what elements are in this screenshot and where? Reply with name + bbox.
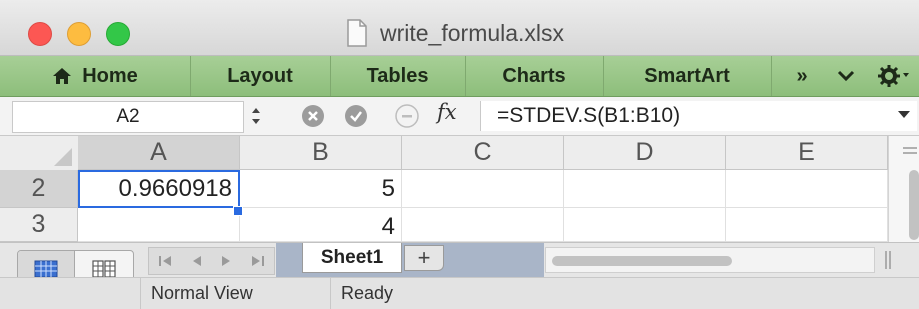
- confirm-icon[interactable]: [344, 104, 368, 128]
- select-all-corner[interactable]: [0, 136, 79, 171]
- tab-smartart-label: SmartArt: [644, 64, 730, 87]
- formula-text: =STDEV.S(B1:B10): [497, 104, 681, 127]
- settings-button[interactable]: [870, 56, 918, 96]
- tab-charts[interactable]: Charts: [465, 56, 604, 96]
- add-sheet-button[interactable]: +: [404, 245, 444, 271]
- tab-charts-label: Charts: [502, 64, 566, 87]
- last-sheet-icon[interactable]: [251, 255, 265, 267]
- cell-d2[interactable]: [564, 170, 726, 208]
- formula-input[interactable]: =STDEV.S(B1:B10): [480, 101, 917, 131]
- tab-home[interactable]: Home: [0, 56, 191, 96]
- vertical-scrollbar[interactable]: [888, 136, 919, 242]
- status-bar: Normal View Ready: [0, 277, 919, 309]
- split-handle-icon[interactable]: [889, 142, 919, 162]
- tab-smartart[interactable]: SmartArt: [603, 56, 772, 96]
- close-button[interactable]: [28, 22, 52, 46]
- document-icon: [347, 19, 367, 47]
- more-tabs-button[interactable]: »: [782, 56, 822, 96]
- status-ready: Ready: [330, 278, 919, 309]
- cell-c3[interactable]: [402, 208, 564, 242]
- cell-d3[interactable]: [564, 208, 726, 242]
- fill-handle[interactable]: [233, 206, 243, 216]
- sheet-navigation: [148, 247, 275, 275]
- title-bar: write_formula.xlsx: [0, 0, 919, 56]
- cell-b2[interactable]: 5: [240, 170, 402, 208]
- tab-home-label: Home: [82, 64, 138, 87]
- normal-view-icon: [34, 260, 58, 278]
- tab-layout[interactable]: Layout: [190, 56, 331, 96]
- page-layout-view-icon: [91, 260, 116, 278]
- window-title-group: write_formula.xlsx: [346, 18, 564, 48]
- column-header-d[interactable]: D: [564, 136, 726, 170]
- column-header-b[interactable]: B: [240, 136, 402, 170]
- row-header-2[interactable]: 2: [0, 170, 78, 208]
- minimize-button[interactable]: [67, 22, 91, 46]
- more-tabs-label: »: [796, 64, 808, 87]
- name-box[interactable]: A2: [12, 101, 244, 133]
- status-view-mode: Normal View: [140, 278, 330, 309]
- cell-b3[interactable]: 4: [240, 208, 402, 242]
- chevron-down-icon: [837, 70, 855, 82]
- zoom-button[interactable]: [106, 22, 130, 46]
- tab-tables[interactable]: Tables: [330, 56, 466, 96]
- home-icon: [53, 68, 72, 84]
- cell-e3[interactable]: [726, 208, 888, 242]
- column-header-c[interactable]: C: [402, 136, 564, 170]
- window-title: write_formula.xlsx: [380, 19, 565, 46]
- column-header-a[interactable]: A: [78, 136, 240, 170]
- cell-e2[interactable]: [726, 170, 888, 208]
- ribbon-tabs: Home Layout Tables Charts SmartArt »: [0, 56, 919, 97]
- next-sheet-icon[interactable]: [221, 255, 233, 267]
- cell-a2[interactable]: 0.9660918: [78, 170, 240, 208]
- cell-c2[interactable]: [402, 170, 564, 208]
- row-header-3[interactable]: 3: [0, 208, 78, 242]
- first-sheet-icon[interactable]: [158, 255, 172, 267]
- tab-layout-label: Layout: [227, 64, 293, 87]
- cancel-icon[interactable]: [301, 104, 325, 128]
- spreadsheet-grid: A B C D E 2 3 0.9660918 5 4: [0, 136, 919, 242]
- horizontal-scroll-thumb[interactable]: [552, 256, 732, 266]
- cell-a3[interactable]: [78, 208, 240, 242]
- select-all-triangle-icon: [54, 148, 72, 166]
- function-toggle-icon[interactable]: [392, 104, 422, 128]
- insert-function-button[interactable]: fx: [437, 100, 457, 124]
- horizontal-split-handle-icon[interactable]: [880, 247, 896, 273]
- vertical-scroll-thumb[interactable]: [909, 170, 919, 240]
- previous-sheet-icon[interactable]: [190, 255, 202, 267]
- name-box-stepper-icon[interactable]: [247, 103, 265, 129]
- sheet-tab-bar: Sheet1 +: [0, 242, 919, 288]
- column-header-e[interactable]: E: [726, 136, 888, 170]
- collapse-ribbon-button[interactable]: [828, 56, 864, 96]
- expand-formula-icon[interactable]: [897, 110, 911, 120]
- tab-tables-label: Tables: [366, 64, 429, 87]
- formula-bar: A2 fx =STDEV.S(B1:B10): [0, 97, 919, 136]
- sheet-tab-sheet1[interactable]: Sheet1: [302, 243, 402, 273]
- horizontal-scrollbar[interactable]: [545, 247, 875, 273]
- gear-icon: [878, 65, 909, 87]
